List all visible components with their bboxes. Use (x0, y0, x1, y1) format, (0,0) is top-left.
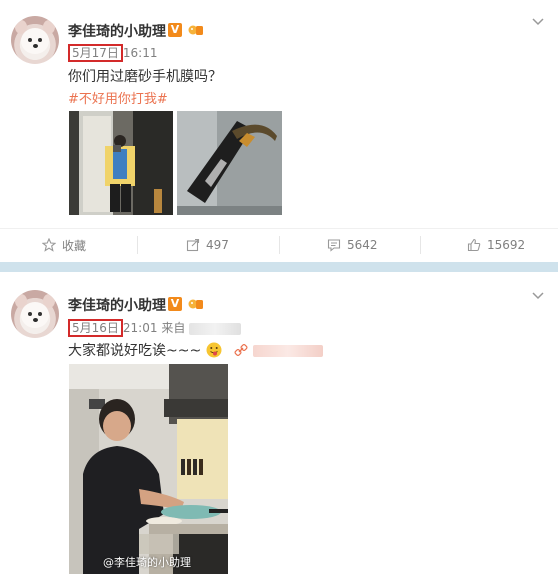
tongue-emoji-icon (206, 342, 222, 358)
action-separator (279, 236, 280, 254)
feed-divider (0, 262, 558, 272)
comment-icon (327, 239, 341, 252)
favorite-button[interactable]: 收藏 (42, 229, 86, 261)
author-avatar[interactable] (11, 290, 59, 338)
post-meta: 5月16日 21:01 来自 (68, 319, 242, 337)
hashtag-link[interactable]: #不好用你打我# (68, 88, 168, 107)
chevron-down-icon[interactable] (532, 18, 544, 26)
comment-button[interactable]: 5642 (327, 229, 378, 261)
post-video-thumbnail[interactable]: @李佳琦的小助理 (69, 364, 228, 574)
post-text: 你们用过磨砂手机膜吗？ (68, 69, 222, 85)
repost-icon (186, 238, 200, 252)
photo-mirror-selfie (69, 111, 173, 215)
repost-count: 497 (206, 238, 229, 252)
action-separator (137, 236, 138, 254)
action-bar: 收藏 497 5642 15692 (0, 228, 558, 260)
comment-count: 5642 (347, 238, 378, 252)
photo-bottle (177, 111, 282, 215)
author-name[interactable]: 李佳琦的小助理 (68, 21, 166, 41)
post-image-2[interactable] (177, 111, 282, 215)
like-button[interactable]: 15692 (467, 229, 525, 261)
post-time[interactable]: 16:11 (123, 46, 158, 60)
verified-badge: V (168, 23, 182, 37)
chevron-down-icon[interactable] (532, 292, 544, 300)
post-date[interactable]: 5月16日 (68, 319, 123, 337)
thumbs-up-icon (467, 238, 481, 252)
video-watermark: @李佳琦的小助理 (103, 556, 191, 569)
author-avatar[interactable] (11, 16, 59, 64)
post-text-content: 大家都说好吃诶~~~ (68, 343, 202, 359)
weibo-post-2: 李佳琦的小助理 V 5月16日 21:01 来自 大家都说好吃诶~~~ @李佳琦… (0, 272, 558, 574)
action-separator (420, 236, 421, 254)
post-date[interactable]: 5月17日 (68, 44, 123, 62)
photo-cooking (69, 364, 228, 574)
link-blurred[interactable] (252, 345, 323, 357)
link-icon[interactable] (234, 343, 248, 357)
post-text: 大家都说好吃诶~~~ (68, 340, 323, 360)
fan-badge-icon (188, 25, 203, 35)
verified-badge: V (168, 297, 182, 311)
like-count: 15692 (487, 238, 526, 252)
post-image-1[interactable] (69, 111, 173, 215)
source-prefix: 来自 (161, 321, 186, 335)
post-time[interactable]: 21:01 (123, 321, 158, 335)
favorite-label: 收藏 (62, 238, 87, 253)
weibo-post-1: 李佳琦的小助理 V 5月17日 16:11 你们用过磨砂手机膜吗？ #不好用你打我… (0, 0, 558, 262)
post-meta: 5月17日 16:11 (68, 44, 158, 62)
repost-button[interactable]: 497 (186, 229, 229, 261)
source-blurred (189, 322, 242, 335)
fan-badge-icon (188, 299, 203, 309)
star-icon (42, 238, 56, 252)
author-name[interactable]: 李佳琦的小助理 (68, 295, 166, 315)
